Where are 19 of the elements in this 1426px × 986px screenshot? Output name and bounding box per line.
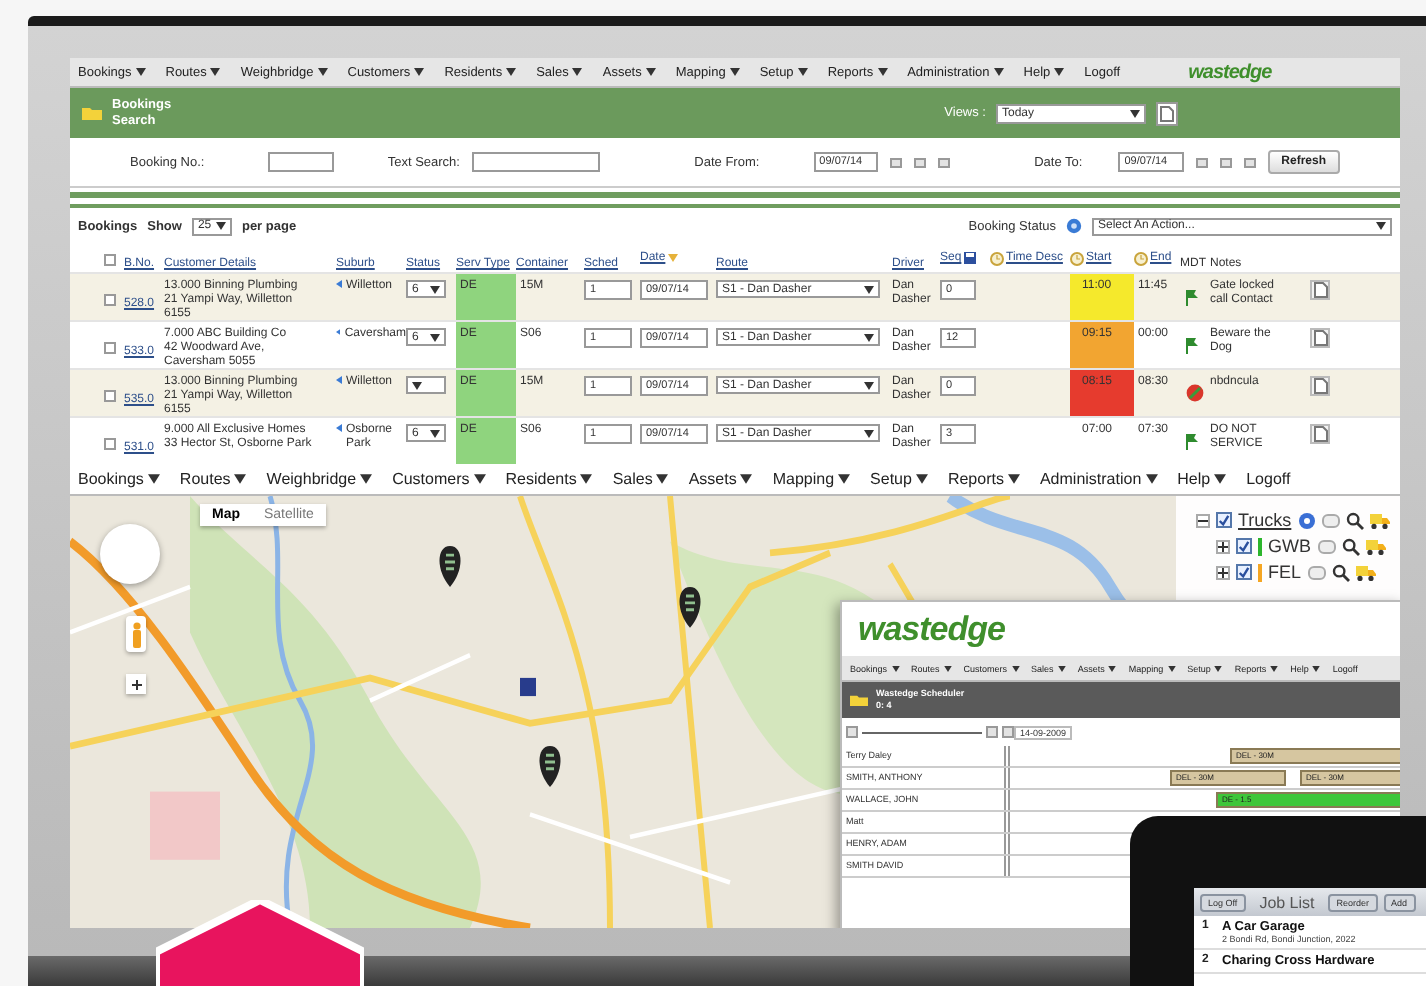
layer-label[interactable]: FEL: [1268, 562, 1302, 582]
menu-item[interactable]: Residents: [505, 470, 593, 488]
menu-item[interactable]: Customers: [392, 470, 486, 488]
tablet-title: Job List: [1259, 893, 1315, 911]
menu-item[interactable]: Setup: [870, 470, 928, 488]
menu-item[interactable]: Bookings: [78, 470, 160, 488]
logo: wastedge: [858, 609, 1005, 649]
menu-item[interactable]: Administration: [1039, 470, 1158, 488]
menu-item[interactable]: Logoff: [1246, 470, 1291, 488]
layer-label[interactable]: GWB: [1268, 536, 1311, 556]
menu-item[interactable]: Weighbridge: [266, 470, 373, 488]
menu-item[interactable]: Mapping: [772, 470, 851, 488]
menu-item[interactable]: Routes: [179, 470, 247, 488]
menu-item[interactable]: Sales: [612, 470, 669, 488]
menu-item[interactable]: Reports: [947, 470, 1020, 488]
menu-item[interactable]: Assets: [688, 470, 753, 488]
logo: wastedge: [1188, 61, 1272, 83]
menu-item[interactable]: Help: [1177, 470, 1227, 488]
layer-label[interactable]: Trucks: [1238, 510, 1292, 530]
